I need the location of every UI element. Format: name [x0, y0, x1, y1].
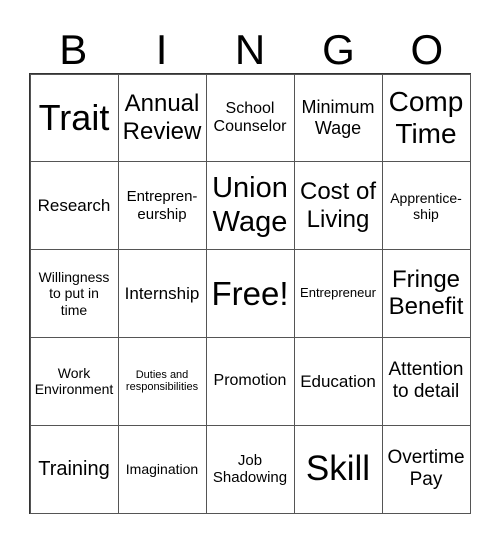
bingo-cell[interactable]: Entrepreneur — [293, 249, 383, 338]
bingo-cell[interactable]: Entrepren- eurship — [117, 161, 207, 251]
free-space[interactable]: Free! — [205, 249, 295, 338]
header-letter-b: B — [59, 26, 88, 73]
bingo-header: B I N G O — [29, 28, 471, 72]
header-letter-o: O — [410, 26, 444, 73]
bingo-cell[interactable]: Education — [293, 336, 383, 426]
bingo-cell[interactable]: Skill — [293, 424, 383, 514]
bingo-cell[interactable]: Apprentice- ship — [381, 161, 471, 251]
header-letter-n: N — [234, 26, 266, 73]
bingo-cell[interactable]: Imagination — [117, 424, 207, 514]
bingo-grid: Trait Annual Review School Counselor Min… — [29, 73, 471, 514]
bingo-cell[interactable]: Trait — [29, 73, 119, 163]
bingo-cell[interactable]: Overtime Pay — [381, 424, 471, 514]
bingo-cell[interactable]: Union Wage — [205, 161, 295, 251]
header-letter-i: I — [155, 26, 168, 73]
header-letter-g: G — [322, 26, 355, 73]
bingo-cell[interactable]: School Counselor — [205, 73, 295, 163]
bingo-cell[interactable]: Attention to detail — [381, 336, 471, 426]
bingo-cell[interactable]: Training — [29, 424, 119, 514]
bingo-cell[interactable]: Work Environment — [29, 336, 119, 426]
bingo-cell[interactable]: Cost of Living — [293, 161, 383, 251]
bingo-cell[interactable]: Willingness to put in time — [29, 249, 119, 338]
bingo-cell[interactable]: Comp Time — [381, 73, 471, 163]
bingo-cell[interactable]: Promotion — [205, 336, 295, 426]
bingo-cell[interactable]: Internship — [117, 249, 207, 338]
bingo-cell[interactable]: Duties and responsibilities — [117, 336, 207, 426]
bingo-cell[interactable]: Research — [29, 161, 119, 251]
bingo-cell[interactable]: Annual Review — [117, 73, 207, 163]
bingo-cell[interactable]: Job Shadowing — [205, 424, 295, 514]
bingo-cell[interactable]: Minimum Wage — [293, 73, 383, 163]
bingo-cell[interactable]: Fringe Benefit — [381, 249, 471, 338]
